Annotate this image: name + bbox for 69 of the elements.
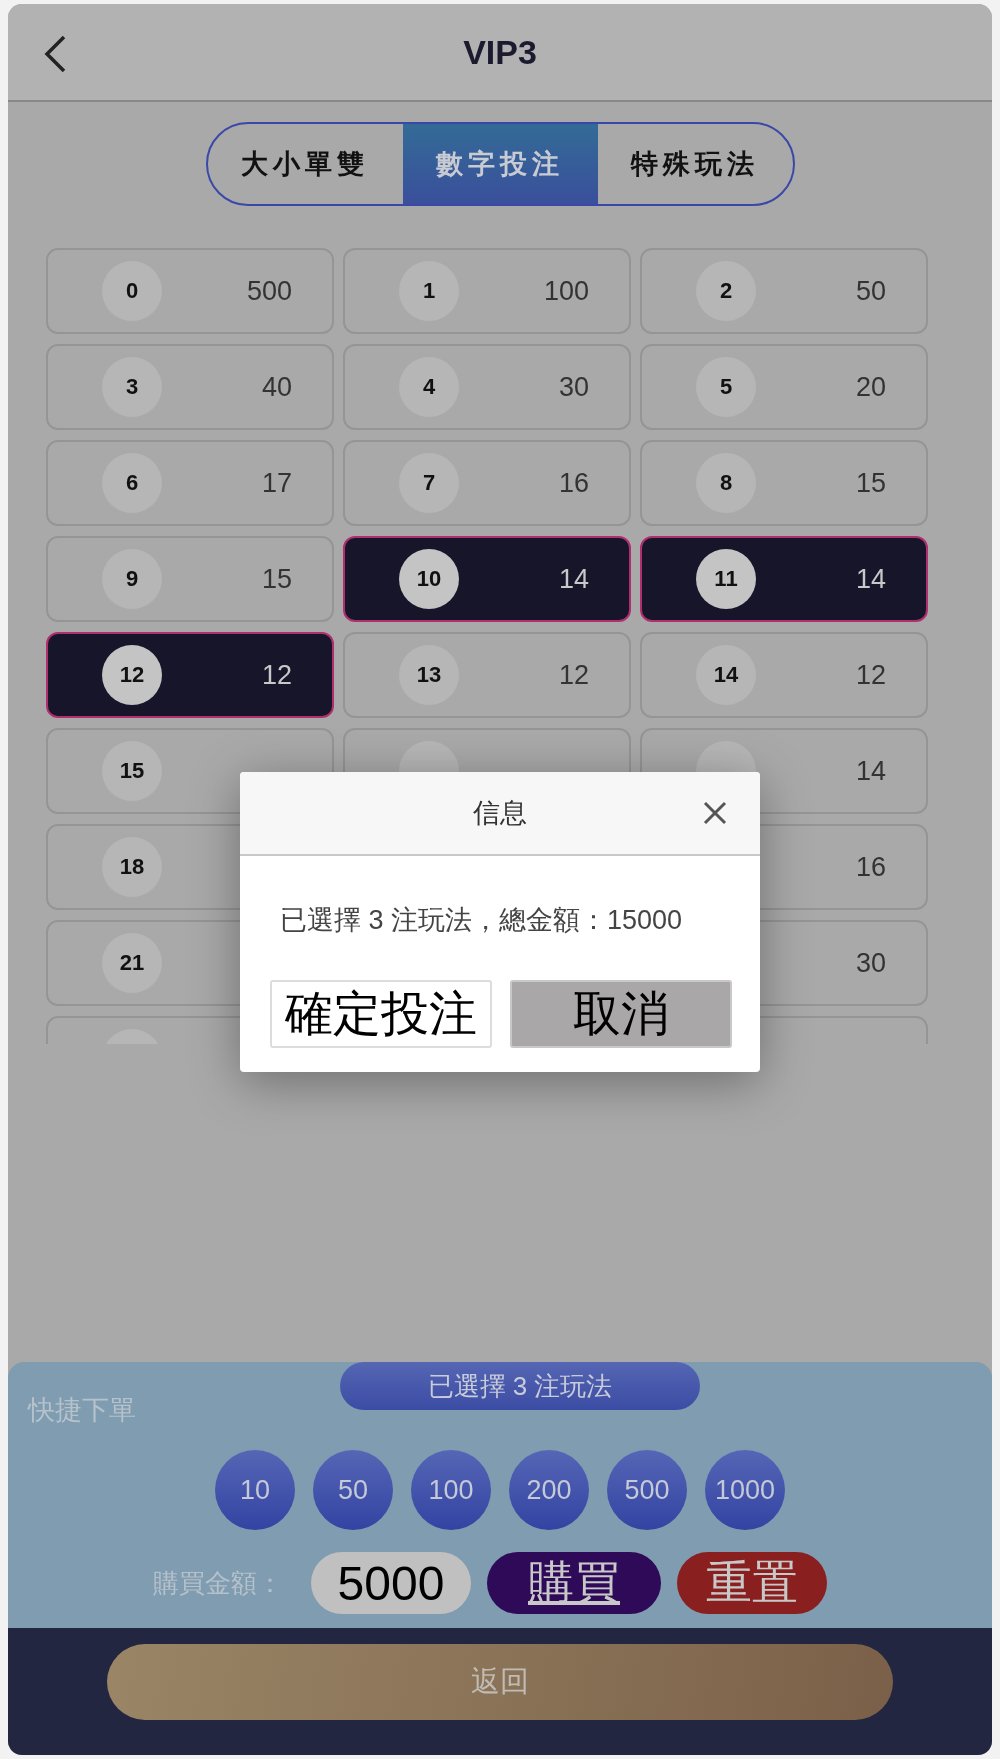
bet-option[interactable]: 11 14 [640, 536, 928, 622]
bet-odds: 17 [261, 467, 292, 499]
bet-odds: 15 [261, 563, 292, 595]
bet-odds: 16 [855, 851, 886, 883]
bet-odds: 30 [855, 947, 886, 979]
bet-option[interactable]: 2 50 [640, 248, 928, 334]
bet-number: 4 [422, 374, 436, 400]
bet-number: 1 [422, 278, 436, 304]
bet-number: 11 [714, 566, 738, 592]
amount-chip[interactable]: 1000 [705, 1450, 785, 1530]
bet-odds: 12 [261, 659, 292, 691]
bet-number: 2 [719, 278, 733, 304]
bet-odds: 14 [558, 563, 589, 595]
bet-number: 21 [119, 950, 145, 976]
amount-chip[interactable]: 500 [607, 1450, 687, 1530]
bet-odds: 14 [855, 563, 886, 595]
bet-odds: 12 [558, 659, 589, 691]
bet-odds: 40 [261, 371, 292, 403]
bet-option[interactable]: 12 12 [46, 632, 334, 718]
bet-option[interactable]: 0 500 [46, 248, 334, 334]
bet-option[interactable]: 9 15 [46, 536, 334, 622]
bet-option[interactable]: 1 100 [343, 248, 631, 334]
amount-chip[interactable]: 100 [411, 1450, 491, 1530]
bet-odds: 30 [558, 371, 589, 403]
bet-option[interactable]: 14 12 [640, 632, 928, 718]
bet-number: 9 [125, 566, 139, 592]
selection-summary: 已選擇 3 注玩法 [340, 1362, 700, 1410]
amount-chip[interactable]: 10 [215, 1450, 295, 1530]
amount-chip[interactable]: 200 [509, 1450, 589, 1530]
bet-number: 15 [119, 758, 145, 784]
bet-number: 14 [713, 662, 739, 688]
bet-number: 8 [719, 470, 733, 496]
tab[interactable]: 數字投注 [402, 124, 598, 204]
back-icon[interactable] [42, 34, 68, 74]
bet-odds: 20 [855, 371, 886, 403]
bet-option[interactable]: 13 12 [343, 632, 631, 718]
amount-field[interactable]: 5000 [311, 1552, 471, 1614]
bet-odds: 100 [543, 275, 589, 307]
bet-number: 3 [125, 374, 139, 400]
bet-number: 18 [119, 854, 145, 880]
bet-option[interactable]: 3 40 [46, 344, 334, 430]
bet-number: 5 [719, 374, 733, 400]
amount-chip[interactable]: 50 [313, 1450, 393, 1530]
bet-option[interactable]: 8 15 [640, 440, 928, 526]
bet-odds: 50 [855, 275, 886, 307]
bet-odds: 12 [855, 659, 886, 691]
page-title: VIP3 [463, 32, 537, 72]
bet-number: 7 [422, 470, 436, 496]
bet-option[interactable]: 6 17 [46, 440, 334, 526]
bet-option[interactable]: 10 14 [343, 536, 631, 622]
bet-odds: 500 [246, 275, 292, 307]
bet-odds: 15 [855, 467, 886, 499]
bet-option[interactable]: 7 16 [343, 440, 631, 526]
bet-odds: 16 [558, 467, 589, 499]
bet-number: 0 [125, 278, 139, 304]
cancel-button[interactable]: 取消 [510, 980, 732, 1048]
bet-option[interactable]: 4 30 [343, 344, 631, 430]
bet-odds: 14 [855, 755, 886, 787]
tab[interactable]: 大小單雙 [207, 124, 403, 204]
bet-number: 10 [416, 566, 442, 592]
buy-button[interactable]: 購買 [487, 1552, 661, 1614]
bet-option[interactable]: 5 20 [640, 344, 928, 430]
bet-number: 12 [119, 662, 145, 688]
dialog-title: 信息 [473, 797, 527, 830]
reset-button[interactable]: 重置 [677, 1552, 827, 1614]
bet-number: 6 [125, 470, 139, 496]
bet-number: 13 [416, 662, 442, 688]
confirm-button[interactable]: 確定投注 [270, 980, 492, 1048]
tab[interactable]: 特殊玩法 [597, 124, 793, 204]
